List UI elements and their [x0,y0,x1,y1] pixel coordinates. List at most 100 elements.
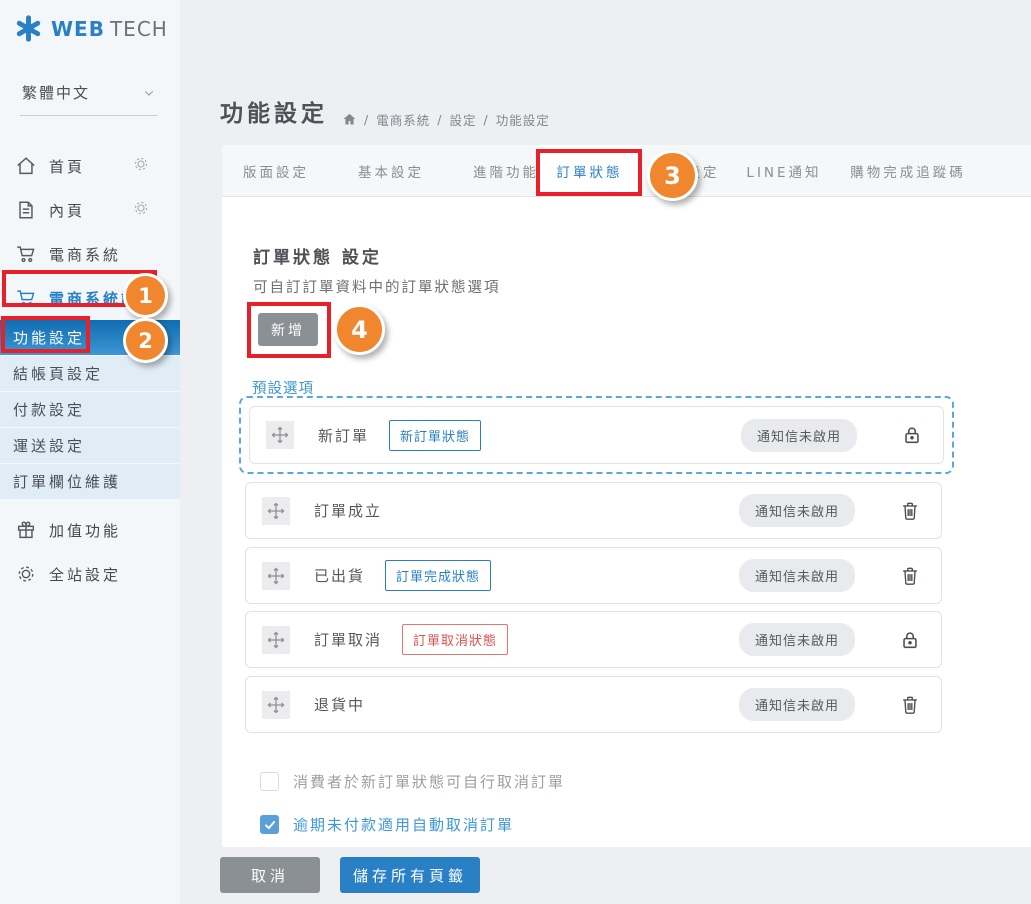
sidebar-subitem-label: 付款設定 [13,399,85,420]
tab-5[interactable]: LINE通知 [735,145,833,196]
step-badge-1: 1 [123,273,168,318]
home-breadcrumb-icon [342,112,357,127]
breadcrumb-item[interactable]: 設定 [449,110,476,129]
trash-icon[interactable] [899,694,921,716]
breadcrumb-item[interactable]: 電商系統 [376,110,430,129]
lock-icon [901,424,923,446]
option-row-1: 逾期未付款適用自動取消訂單 [260,814,514,835]
checkbox[interactable] [260,772,279,791]
section-title: 訂單狀態 設定 [253,243,382,268]
sidebar-item-label: 電商系統 [49,244,121,265]
sidebar-subitem-2[interactable]: 付款設定 [0,392,180,428]
tab-6[interactable]: 購物完成追蹤碼 [842,145,974,196]
gear-icon [15,563,37,585]
tab-label: 購物完成追蹤碼 [850,161,966,181]
sidebar-bottom-item-1[interactable]: 全站設定 [0,552,180,596]
asterisk-logo-icon [15,15,42,42]
sidebar-subitem-3[interactable]: 運送設定 [0,428,180,464]
step-badge-3: 3 [647,150,698,201]
gear-icon [132,199,154,221]
drag-handle[interactable] [262,562,290,590]
sidebar-subitem-label: 運送設定 [13,435,85,456]
cart-icon [15,243,37,265]
logo-text-primary: WEB [51,17,105,41]
sidebar-subitem-label: 功能設定 [13,327,85,348]
tab-label: 基本設定 [358,161,424,181]
status-label: 已出貨 [314,565,365,586]
sidebar-item-0[interactable]: 首頁 [0,144,180,188]
sidebar-item-label: 全站設定 [49,564,121,585]
tab-bar: 版面設定基本設定進階功能訂單狀態設定LINE通知購物完成追蹤碼 [222,145,1031,197]
breadcrumb-separator: / [437,112,442,127]
section-subtitle: 可自訂訂單資料中的訂單狀態選項 [253,276,501,297]
checkbox[interactable] [260,815,279,834]
logo-text-secondary: TECH [110,17,168,41]
breadcrumb-item: 功能設定 [496,110,550,129]
cart-icon [15,287,37,309]
home-icon [15,155,37,177]
status-label: 新訂單 [318,425,369,446]
status-tag: 訂單取消狀態 [402,624,508,655]
tab-3[interactable]: 訂單狀態 [538,145,641,196]
language-selector[interactable]: 繁體中文 [20,82,158,116]
tab-label: LINE通知 [746,161,821,181]
sidebar-menu-bottom: 加值功能全站設定 [0,508,180,596]
page-title: 功能設定 [220,94,328,128]
status-row-4: 退貨中 通知信未啟用 [245,676,942,733]
main-area: 功能設定 / 電商系統 / 設定 / 功能設定 版面設定基本設定進階功能訂單狀態… [180,0,1031,904]
logo-text: WEBTECH [51,17,168,41]
sidebar-item-2[interactable]: 電商系統 [0,232,180,276]
chevron-down-icon [142,86,156,100]
breadcrumb: / 電商系統 / 設定 / 功能設定 [342,110,550,129]
save-all-tabs-button[interactable]: 儲存所有頁籤 [340,857,480,893]
sidebar-bottom-item-0[interactable]: 加值功能 [0,508,180,552]
option-row-0: 消費者於新訂單狀態可自行取消訂單 [260,771,565,792]
cancel-button[interactable]: 取消 [220,857,320,893]
sidebar-item-label: 內頁 [49,200,85,221]
breadcrumb-separator: / [483,112,488,127]
option-label: 逾期未付款適用自動取消訂單 [293,814,514,835]
sidebar-item-label: 加值功能 [49,520,121,541]
notify-badge: 通知信未啟用 [739,559,855,592]
drag-handle[interactable] [262,691,290,719]
status-row-2: 已出貨訂單完成狀態 通知信未啟用 [245,547,942,604]
status-tag: 新訂單狀態 [389,420,481,451]
app-window: WEBTECH 繁體中文 首頁內頁電商系統電商系統設定 功能設定結帳頁設定付款設… [0,0,1031,904]
sidebar-item-label: 首頁 [49,156,85,177]
sidebar-subitem-label: 訂單欄位維護 [13,471,121,492]
option-label: 消費者於新訂單狀態可自行取消訂單 [293,771,565,792]
status-label: 訂單取消 [314,629,382,650]
drag-handle[interactable] [262,497,290,525]
status-label: 訂單成立 [314,500,382,521]
status-row-0: 新訂單新訂單狀態 通知信未啟用 [249,406,944,464]
default-status-group: 新訂單新訂單狀態 通知信未啟用 [239,396,954,474]
notify-badge: 通知信未啟用 [741,419,857,452]
drag-handle[interactable] [266,421,294,449]
logo: WEBTECH [0,0,180,42]
status-row-3: 訂單取消訂單取消狀態通知信未啟用 [245,611,942,668]
sidebar-item-1[interactable]: 內頁 [0,188,180,232]
footer-bar: 取消 儲存所有頁籤 [180,847,1031,904]
gift-icon [15,519,37,541]
document-icon [15,199,37,221]
tab-label: 版面設定 [243,161,309,181]
drag-handle[interactable] [262,626,290,654]
add-button[interactable]: 新增 [258,313,318,346]
sidebar-subitem-label: 結帳頁設定 [13,363,103,384]
status-tag: 訂單完成狀態 [385,560,491,591]
default-options-link[interactable]: 預設選項 [252,377,314,398]
step-badge-2: 2 [123,318,168,363]
notify-badge: 通知信未啟用 [739,688,855,721]
trash-icon[interactable] [899,565,921,587]
tab-label: 進階功能 [473,161,539,181]
status-row-1: 訂單成立通知信未啟用 [245,482,942,539]
tab-1[interactable]: 基本設定 [345,145,437,196]
sidebar-subitem-4[interactable]: 訂單欄位維護 [0,464,180,500]
tab-0[interactable]: 版面設定 [230,145,322,196]
breadcrumb-separator: / [364,112,369,127]
lock-icon [899,629,921,651]
gear-icon [132,155,154,177]
trash-icon[interactable] [899,500,921,522]
language-value: 繁體中文 [22,82,90,103]
status-label: 退貨中 [314,694,365,715]
